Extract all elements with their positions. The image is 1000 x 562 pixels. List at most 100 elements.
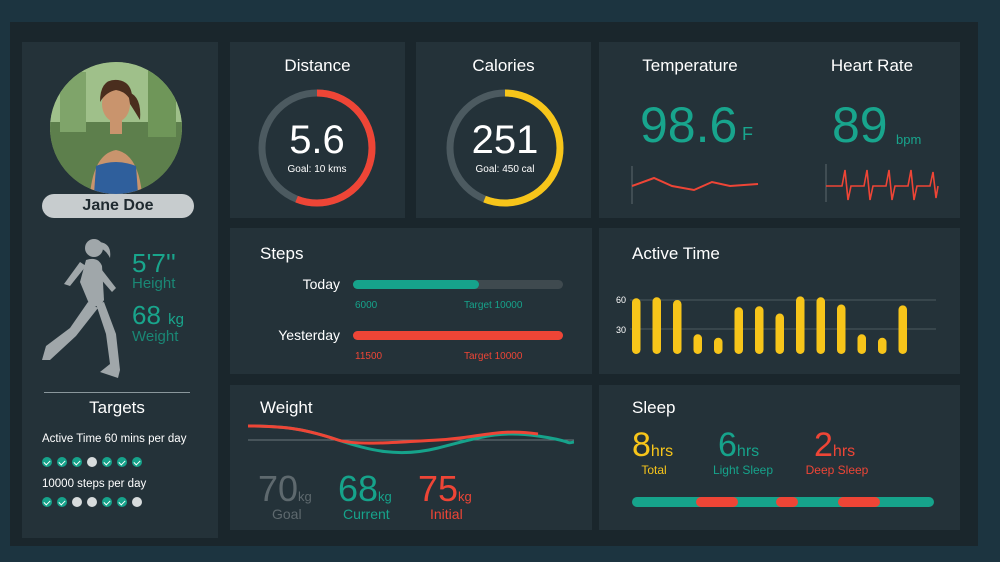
target-dots-active-time <box>42 457 142 467</box>
distance-value: 5.6 <box>289 118 345 162</box>
active-time-bar <box>796 296 805 354</box>
steps-yesterday-bar <box>353 331 563 340</box>
steps-yesterday-target: Target 10000 <box>464 351 523 362</box>
weight-current-label: Current <box>343 506 390 522</box>
active-time-bar <box>693 334 702 354</box>
target-dot-complete <box>117 457 127 467</box>
target-dots-steps <box>42 497 142 507</box>
sleep-timeline-bar <box>632 497 934 507</box>
target-dot-complete <box>102 497 112 507</box>
temperature-trend-line <box>631 166 759 204</box>
sleep-title: Sleep <box>632 398 676 417</box>
distance-goal: Goal: 10 kms <box>287 164 347 175</box>
active-time-bar <box>878 337 887 354</box>
target-dot-complete <box>72 457 82 467</box>
weight-current-value: 68 <box>338 468 379 509</box>
weight-initial-value: 75 <box>418 468 459 509</box>
active-time-bar <box>673 300 682 354</box>
weight-stat-unit: kg <box>168 311 184 328</box>
sleep-total-value: 8 <box>632 426 651 464</box>
weight-trend-chart <box>248 424 574 455</box>
sleep-deep-number: 2hrs <box>814 426 855 465</box>
sleep-light-value: 6 <box>718 426 737 464</box>
steps-yesterday-bar-fill <box>353 331 563 340</box>
temperature-title: Temperature <box>642 56 738 75</box>
target-label-active-time: Active Time 60 mins per day <box>42 433 187 445</box>
target-dot-complete <box>42 457 52 467</box>
sleep-deep-label: Deep Sleep <box>805 463 869 477</box>
target-dot-incomplete <box>132 497 142 507</box>
distance-title: Distance <box>284 56 351 75</box>
steps-today-bar <box>353 280 563 289</box>
sleep-total-unit: hrs <box>650 443 674 460</box>
weight-stat-value: 68 <box>132 300 161 330</box>
target-dot-incomplete <box>87 457 97 467</box>
target-dot-complete <box>42 497 52 507</box>
active-time-bar <box>734 307 743 354</box>
active-time-chart <box>630 296 936 354</box>
height-label: Height <box>132 275 176 292</box>
weight-goal-number: 70kg <box>258 468 312 510</box>
weight-current-unit: kg <box>378 489 392 504</box>
target-dot-complete <box>57 457 67 467</box>
avatar <box>50 62 182 194</box>
weight-title: Weight <box>260 398 313 417</box>
targets-divider <box>44 392 190 393</box>
steps-today-target: Target 10000 <box>464 300 523 311</box>
weight-label: Weight <box>132 328 179 345</box>
heart-rate-title: Heart Rate <box>830 56 914 75</box>
active-time-bar <box>857 334 866 354</box>
sleep-light-unit: hrs <box>736 443 760 460</box>
sleep-total-number: 8hrs <box>632 426 673 465</box>
target-dot-complete <box>117 497 127 507</box>
active-time-bar <box>652 297 661 354</box>
weight-goal-value: 70 <box>258 468 299 509</box>
steps-today-bar-fill <box>353 280 479 289</box>
temperature-unit: F <box>742 124 753 144</box>
user-name: Jane Doe <box>42 194 194 218</box>
target-dot-complete <box>57 497 67 507</box>
weight-initial-label: Initial <box>430 506 463 522</box>
active-time-bar <box>816 297 825 354</box>
heart-rate-value: 89 <box>832 97 888 153</box>
weight-initial-unit: kg <box>458 489 472 504</box>
active-time-bar <box>755 306 764 354</box>
sleep-deep-value: 2 <box>814 426 833 464</box>
weight-initial-number: 75kg <box>418 468 472 510</box>
steps-today-value: 6000 <box>355 300 378 311</box>
heart-rate-unit: bpm <box>896 132 922 147</box>
active-time-bar <box>775 313 784 354</box>
sleep-total-label: Total <box>641 463 667 477</box>
steps-title: Steps <box>260 244 304 263</box>
active-time-tick-30: 30 <box>616 325 627 335</box>
active-time-bar <box>714 337 723 354</box>
sleep-deep-unit: hrs <box>832 443 856 460</box>
heart-rate-ecg-line <box>825 164 939 202</box>
avatar-photo <box>50 62 182 194</box>
weight-goal-unit: kg <box>298 489 312 504</box>
sleep-light-number: 6hrs <box>718 426 759 465</box>
steps-yesterday-value: 11500 <box>355 351 383 362</box>
steps-today-label: Today <box>302 276 340 292</box>
temperature-value: 98.6 <box>640 97 738 153</box>
target-dot-complete <box>102 457 112 467</box>
active-time-bar <box>837 304 846 354</box>
weight-goal-label: Goal <box>272 506 302 522</box>
active-time-bar <box>632 298 641 354</box>
target-label-steps: 10000 steps per day <box>42 478 147 490</box>
active-time-bar <box>898 305 907 354</box>
target-dot-incomplete <box>87 497 97 507</box>
sleep-light-label: Light Sleep <box>712 463 774 477</box>
calories-value: 251 <box>471 118 539 162</box>
active-time-tick-60: 60 <box>616 295 627 305</box>
weight-current-number: 68kg <box>338 468 392 510</box>
active-time-title: Active Time <box>632 244 720 263</box>
weight-stat: 68 kg <box>132 300 184 331</box>
targets-title: Targets <box>89 398 145 417</box>
sleep-timeline-deep-segment <box>776 497 798 507</box>
target-dot-incomplete <box>72 497 82 507</box>
target-dot-complete <box>132 457 142 467</box>
sleep-timeline-deep-segment <box>838 497 880 507</box>
steps-yesterday-label: Yesterday <box>278 327 340 343</box>
runner-silhouette-icon <box>42 239 120 378</box>
